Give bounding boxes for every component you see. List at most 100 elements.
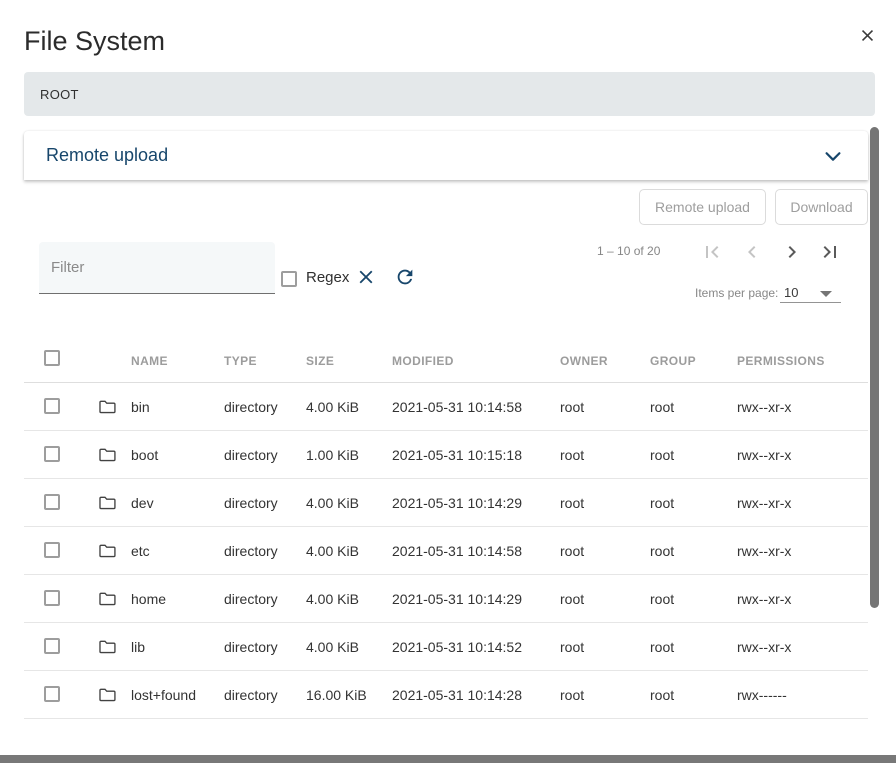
file-group: root [650, 575, 674, 623]
expansion-panel-label: Remote upload [46, 145, 168, 166]
file-name[interactable]: home [131, 575, 166, 623]
table-row[interactable]: boot directory 1.00 KiB 2021-05-31 10:15… [24, 431, 868, 479]
close-icon [858, 26, 877, 45]
refresh-button[interactable] [393, 266, 417, 290]
row-checkbox[interactable] [44, 494, 60, 510]
file-modified: 2021-05-31 10:14:29 [392, 479, 522, 527]
file-size: 4.00 KiB [306, 575, 359, 623]
file-group: root [650, 479, 674, 527]
file-modified: 2021-05-31 10:14:58 [392, 527, 522, 575]
file-type: directory [224, 671, 278, 719]
clear-icon [355, 266, 377, 288]
select-underline [780, 302, 841, 303]
file-type: directory [224, 431, 278, 479]
table-row[interactable]: lost+found directory 16.00 KiB 2021-05-3… [24, 671, 868, 719]
file-permissions: rwx--xr-x [737, 623, 791, 671]
folder-icon [98, 543, 116, 564]
clear-filter-button[interactable] [354, 266, 378, 290]
last-page-button[interactable] [818, 240, 842, 264]
vertical-scrollbar[interactable] [870, 127, 879, 608]
table-row[interactable]: bin directory 4.00 KiB 2021-05-31 10:14:… [24, 383, 868, 431]
file-size: 4.00 KiB [306, 383, 359, 431]
file-modified: 2021-05-31 10:14:28 [392, 671, 522, 719]
items-per-page-select[interactable]: 10 [780, 284, 841, 302]
file-owner: root [560, 623, 584, 671]
file-owner: root [560, 383, 584, 431]
select-all-checkbox[interactable] [44, 350, 60, 366]
close-button[interactable] [855, 25, 879, 49]
file-size: 1.00 KiB [306, 431, 359, 479]
folder-icon [98, 591, 116, 612]
file-name[interactable]: lib [131, 623, 145, 671]
header-type: TYPE [224, 354, 257, 368]
file-name[interactable]: lost+found [131, 671, 196, 719]
table-row[interactable]: home directory 4.00 KiB 2021-05-31 10:14… [24, 575, 868, 623]
file-group: root [650, 431, 674, 479]
file-name[interactable]: dev [131, 479, 154, 527]
last-page-icon [818, 240, 842, 264]
file-modified: 2021-05-31 10:15:18 [392, 431, 522, 479]
first-page-icon [700, 240, 724, 264]
file-group: root [650, 527, 674, 575]
folder-icon [98, 447, 116, 468]
file-type: directory [224, 575, 278, 623]
file-size: 4.00 KiB [306, 479, 359, 527]
file-modified: 2021-05-31 10:14:52 [392, 623, 522, 671]
row-checkbox[interactable] [44, 590, 60, 606]
file-size: 4.00 KiB [306, 527, 359, 575]
file-system-dialog: File System ROOT Remote upload Remote up… [0, 0, 896, 764]
download-button[interactable]: Download [775, 189, 868, 225]
folder-icon [98, 399, 116, 420]
header-size: SIZE [306, 354, 334, 368]
file-owner: root [560, 527, 584, 575]
filter-input[interactable] [39, 242, 275, 293]
file-type: directory [224, 527, 278, 575]
previous-page-icon [740, 240, 764, 264]
items-per-page-label: Items per page: [695, 286, 778, 300]
next-page-button[interactable] [780, 240, 804, 264]
file-size: 4.00 KiB [306, 623, 359, 671]
remote-upload-button[interactable]: Remote upload [639, 189, 766, 225]
file-permissions: rwx--xr-x [737, 383, 791, 431]
table-row[interactable]: etc directory 4.00 KiB 2021-05-31 10:14:… [24, 527, 868, 575]
breadcrumb-label: ROOT [40, 87, 79, 102]
file-group: root [650, 383, 674, 431]
row-checkbox[interactable] [44, 638, 60, 654]
previous-page-button[interactable] [740, 240, 764, 264]
folder-icon [98, 495, 116, 516]
folder-icon [98, 639, 116, 660]
regex-checkbox[interactable] [281, 271, 297, 287]
filter-field[interactable] [39, 242, 275, 294]
table-row[interactable]: lib directory 4.00 KiB 2021-05-31 10:14:… [24, 623, 868, 671]
file-type: directory [224, 383, 278, 431]
row-checkbox[interactable] [44, 542, 60, 558]
header-modified: MODIFIED [392, 354, 454, 368]
table-header-row: NAME TYPE SIZE MODIFIED OWNER GROUP PERM… [24, 338, 868, 383]
items-per-page-value: 10 [784, 285, 798, 300]
file-owner: root [560, 671, 584, 719]
file-name[interactable]: etc [131, 527, 150, 575]
page-title: File System [24, 26, 165, 57]
file-group: root [650, 671, 674, 719]
header-group: GROUP [650, 354, 696, 368]
header-name: NAME [131, 354, 168, 368]
dropdown-arrow-icon [820, 291, 832, 297]
file-permissions: rwx--xr-x [737, 479, 791, 527]
chevron-down-icon [822, 145, 844, 167]
table-row[interactable]: dev directory 4.00 KiB 2021-05-31 10:14:… [24, 479, 868, 527]
row-checkbox[interactable] [44, 398, 60, 414]
refresh-icon [394, 266, 416, 288]
header-owner: OWNER [560, 354, 608, 368]
row-checkbox[interactable] [44, 686, 60, 702]
breadcrumb[interactable]: ROOT [24, 72, 875, 116]
table-body: bin directory 4.00 KiB 2021-05-31 10:14:… [24, 383, 868, 719]
file-name[interactable]: bin [131, 383, 150, 431]
row-checkbox[interactable] [44, 446, 60, 462]
remote-upload-expansion-panel[interactable]: Remote upload [24, 131, 868, 180]
file-modified: 2021-05-31 10:14:29 [392, 575, 522, 623]
first-page-button[interactable] [700, 240, 724, 264]
header-permissions: PERMISSIONS [737, 354, 825, 368]
file-name[interactable]: boot [131, 431, 158, 479]
file-permissions: rwx--xr-x [737, 527, 791, 575]
horizontal-scrollbar[interactable] [0, 755, 896, 763]
